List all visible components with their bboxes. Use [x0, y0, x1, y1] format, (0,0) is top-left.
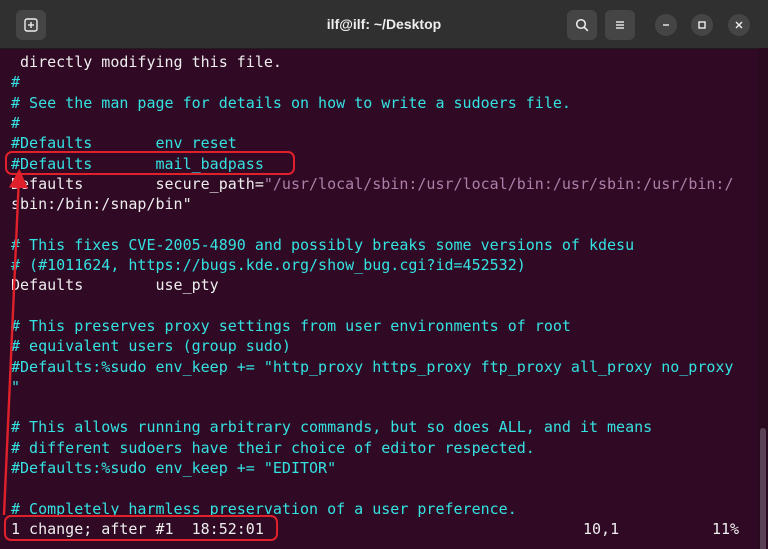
annotation-arrow: [2, 168, 29, 516]
terminal-window: ilf@ilf: ~/Desktop directly modifying th…: [0, 0, 768, 549]
